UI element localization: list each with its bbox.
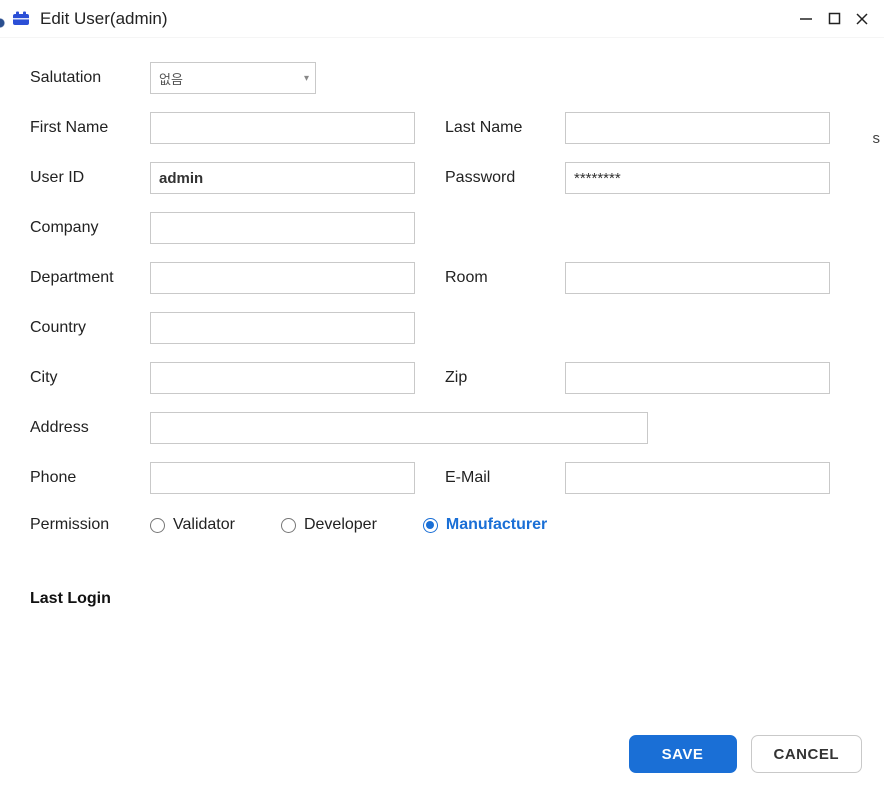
maximize-button[interactable] xyxy=(820,7,848,31)
permission-manufacturer[interactable]: Manufacturer xyxy=(423,516,547,534)
email-input[interactable] xyxy=(565,462,830,494)
minimize-button[interactable] xyxy=(792,7,820,31)
form-content: Salutation 없음 ▾ First Name Last Name Use… xyxy=(0,38,884,791)
city-input[interactable] xyxy=(150,362,415,394)
zip-input[interactable] xyxy=(565,362,830,394)
phone-label: Phone xyxy=(30,469,150,487)
permission-developer[interactable]: Developer xyxy=(281,516,377,534)
address-input[interactable] xyxy=(150,412,648,444)
user-id-input xyxy=(150,162,415,194)
dialog-footer: SAVE CANCEL xyxy=(629,735,863,773)
company-label: Company xyxy=(30,219,150,237)
permission-validator[interactable]: Validator xyxy=(150,516,235,534)
address-label: Address xyxy=(30,419,150,437)
window-title: Edit User(admin) xyxy=(40,9,168,29)
chevron-down-icon: ▾ xyxy=(304,73,309,84)
app-icon xyxy=(10,10,32,28)
background-window-fragment xyxy=(0,12,6,34)
salutation-label: Salutation xyxy=(30,69,150,87)
country-input[interactable] xyxy=(150,312,415,344)
cancel-button[interactable]: CANCEL xyxy=(751,735,863,773)
department-label: Department xyxy=(30,269,150,287)
last-login-label: Last Login xyxy=(30,590,858,608)
salutation-value: 없음 xyxy=(159,69,183,88)
email-label: E-Mail xyxy=(445,469,565,487)
radio-icon xyxy=(423,518,438,533)
company-input[interactable] xyxy=(150,212,415,244)
country-label: Country xyxy=(30,319,150,337)
password-label: Password xyxy=(445,169,565,187)
permission-developer-label: Developer xyxy=(304,516,377,534)
user-id-label: User ID xyxy=(30,169,150,187)
password-input[interactable] xyxy=(565,162,830,194)
salutation-select[interactable]: 없음 ▾ xyxy=(150,62,316,94)
department-input[interactable] xyxy=(150,262,415,294)
zip-label: Zip xyxy=(445,369,565,387)
permission-label: Permission xyxy=(30,516,150,534)
permission-manufacturer-label: Manufacturer xyxy=(446,516,547,534)
city-label: City xyxy=(30,369,150,387)
save-button[interactable]: SAVE xyxy=(629,735,737,773)
first-name-input[interactable] xyxy=(150,112,415,144)
titlebar: Edit User(admin) xyxy=(0,0,884,38)
room-input[interactable] xyxy=(565,262,830,294)
room-label: Room xyxy=(445,269,565,287)
first-name-label: First Name xyxy=(30,119,150,137)
radio-icon xyxy=(281,518,296,533)
last-name-input[interactable] xyxy=(565,112,830,144)
phone-input[interactable] xyxy=(150,462,415,494)
close-button[interactable] xyxy=(848,7,876,31)
last-name-label: Last Name xyxy=(445,119,565,137)
radio-icon xyxy=(150,518,165,533)
permission-validator-label: Validator xyxy=(173,516,235,534)
